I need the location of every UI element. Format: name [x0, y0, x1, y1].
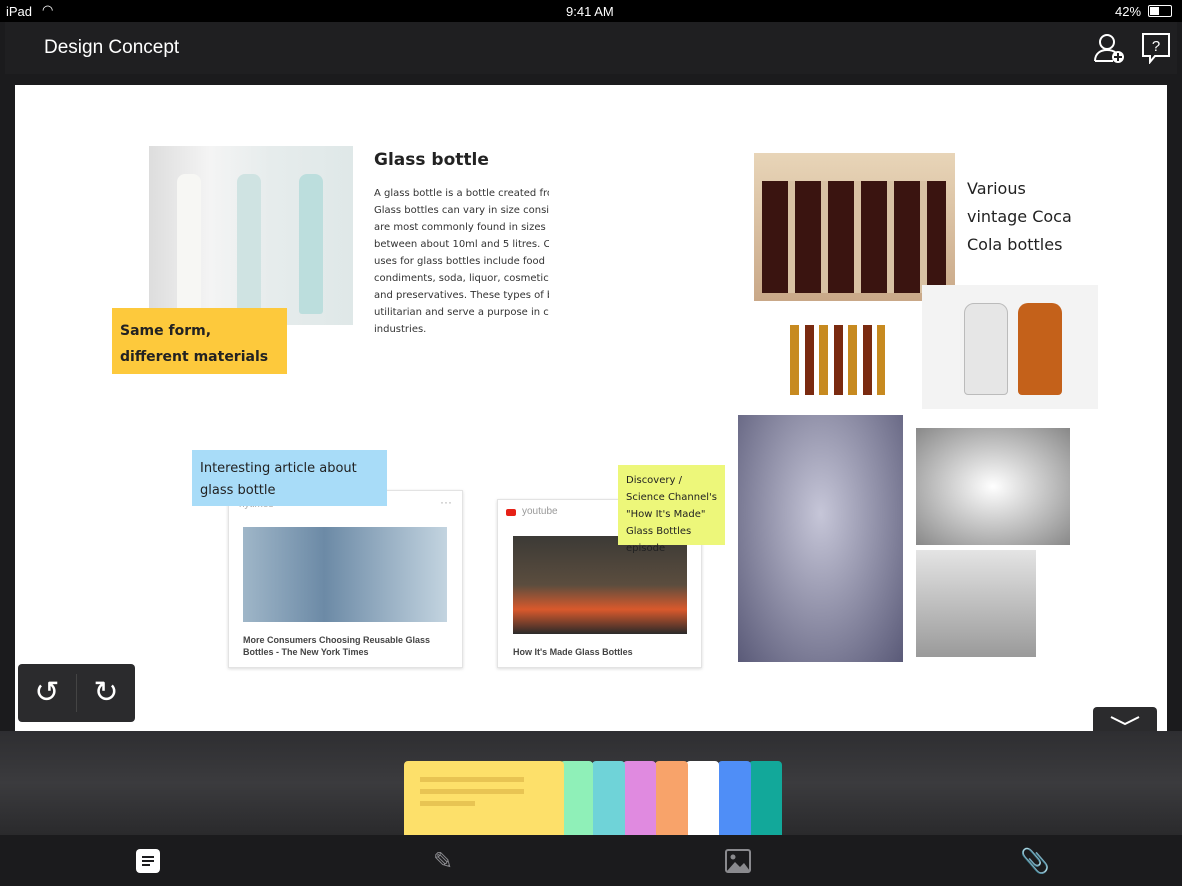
- pen-tool-button[interactable]: ✎: [429, 847, 457, 875]
- sticky-note-swatch-selected[interactable]: [404, 761, 564, 835]
- link-card-nytimes[interactable]: nytimes ··· More Consumers Choosing Reus…: [228, 490, 463, 668]
- card-title: How It's Made Glass Bottles: [513, 647, 633, 657]
- battery-percent: 42%: [1115, 4, 1142, 19]
- page-title: Design Concept: [44, 37, 180, 58]
- card-source: youtube: [522, 506, 558, 517]
- sticky-note-swatch[interactable]: [749, 761, 782, 835]
- note-icon: [136, 849, 160, 873]
- collapse-tray-button[interactable]: [1093, 707, 1157, 731]
- redo-button[interactable]: ↻: [77, 664, 135, 722]
- card-thumbnail: [243, 527, 447, 622]
- undo-icon: ↺: [34, 676, 60, 709]
- sticky-note-swatch[interactable]: [560, 761, 593, 835]
- coca-cola-bottles-image[interactable]: [754, 153, 955, 301]
- description-line: uses for glass bottles include food: [374, 256, 546, 267]
- description-line: and preservatives. These types of bot: [374, 290, 549, 301]
- image-tool-button[interactable]: [724, 847, 752, 875]
- help-icon: ?: [1142, 33, 1170, 65]
- pencil-icon: ✎: [432, 848, 454, 875]
- sticky-note-swatch[interactable]: [686, 761, 719, 835]
- undo-button[interactable]: ↺: [18, 664, 76, 722]
- card-menu-button[interactable]: ···: [440, 495, 452, 509]
- card-title: More Consumers Choosing Reusable Glass B…: [243, 635, 431, 657]
- battery-icon: [1148, 5, 1172, 17]
- paperclip-icon: 📎: [1020, 848, 1050, 875]
- description-line: condiments, soda, liquor, cosmetics, p: [374, 273, 549, 284]
- chevron-down-icon: [1110, 716, 1140, 726]
- beer-bottles-image[interactable]: [785, 325, 885, 395]
- sticky-note-tray: [0, 731, 1182, 835]
- glass-bottle-title: Glass bottle: [374, 150, 489, 170]
- image-icon: [725, 849, 751, 873]
- redo-icon: ↻: [93, 676, 119, 709]
- description-line: between about 10ml and 5 litres. Cor: [374, 239, 549, 250]
- time: 9:41 AM: [566, 4, 614, 19]
- undo-redo-group: ↺ ↻: [18, 664, 135, 722]
- clear-glassware-image[interactable]: [916, 428, 1070, 545]
- description-line: utilitarian and serve a purpose in con: [374, 307, 549, 318]
- add-user-icon: [1094, 34, 1124, 63]
- bottom-toolbar: ✎ 📎: [0, 835, 1182, 886]
- device-label: iPad: [6, 4, 33, 19]
- description-line: are most commonly found in sizes ra: [374, 222, 549, 233]
- sticky-note-swatch[interactable]: [591, 761, 625, 835]
- sticky-note-yellow[interactable]: Discovery / Science Channel's "How It's …: [618, 465, 725, 554]
- wifi-icon: ◠: [42, 2, 54, 17]
- app-header: Design Concept ?: [5, 22, 1177, 74]
- attach-tool-button[interactable]: 📎: [1020, 847, 1050, 875]
- status-bar: iPad ◠ 9:41 AM 42%: [0, 0, 1182, 22]
- carafe-bottle-image[interactable]: [738, 415, 903, 662]
- sticky-note-swatch[interactable]: [717, 761, 751, 835]
- sticky-note-swatch[interactable]: [654, 761, 688, 835]
- notes-tool-button[interactable]: [134, 847, 162, 875]
- svg-text:?: ?: [1152, 38, 1160, 55]
- faceted-bottles-image[interactable]: [916, 550, 1036, 657]
- board-canvas[interactable]: Glass bottle A glass bottle is a bottle …: [15, 85, 1167, 731]
- add-user-button[interactable]: [1093, 32, 1127, 64]
- youtube-icon: [506, 509, 516, 516]
- coca-cola-label: Various vintage Coca Cola bottles: [967, 179, 1072, 254]
- amber-bottles-image[interactable]: [922, 285, 1098, 409]
- glass-bottle-description: A glass bottle is a bottle created from G…: [374, 185, 549, 338]
- sticky-note-swatch[interactable]: [623, 761, 656, 835]
- help-button[interactable]: ?: [1141, 32, 1171, 69]
- description-line: Glass bottles can vary in size conside: [374, 205, 549, 216]
- sticky-note-blue[interactable]: Interesting article about glass bottle: [192, 450, 387, 506]
- description-line: industries.: [374, 324, 427, 335]
- sticky-note-orange[interactable]: Same form, different materials: [112, 308, 287, 374]
- glass-bottles-image[interactable]: [149, 146, 353, 325]
- description-line: A glass bottle is a bottle created from: [374, 188, 549, 199]
